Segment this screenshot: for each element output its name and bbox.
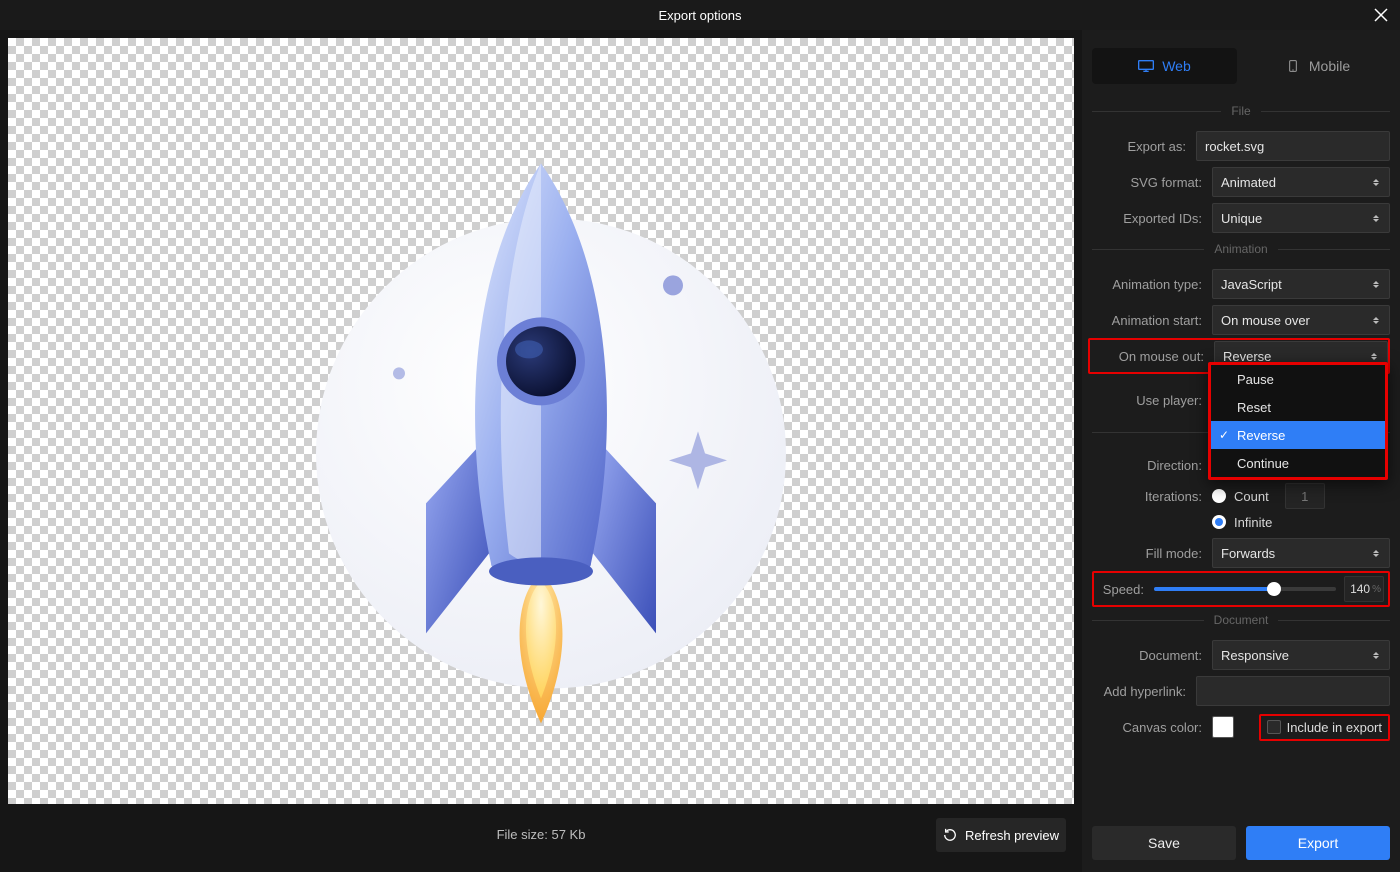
chevron-updown-icon (1371, 281, 1381, 288)
animation-type-label: Animation type: (1092, 277, 1212, 292)
mouse-out-dropdown[interactable]: Pause Reset Reverse Continue (1208, 362, 1388, 480)
chevron-updown-icon (1371, 179, 1381, 186)
svg-format-label: SVG format: (1092, 175, 1212, 190)
mouse-out-option-pause[interactable]: Pause (1211, 365, 1385, 393)
fill-mode-select[interactable]: Forwards (1212, 538, 1390, 568)
speed-label: Speed: (1098, 582, 1154, 597)
speed-slider[interactable] (1154, 587, 1336, 591)
titlebar: Export options (0, 0, 1400, 30)
close-button[interactable] (1370, 4, 1392, 26)
file-size-label: File size: 57 Kb (497, 827, 586, 842)
mouse-out-label: On mouse out: (1094, 349, 1214, 364)
iterations-count-radio[interactable] (1212, 489, 1226, 503)
speed-row-highlight: Speed: 140% (1092, 571, 1390, 607)
options-sidebar: Web Mobile File Export as: SVG format: A… (1082, 30, 1400, 872)
refresh-icon (943, 828, 957, 842)
direction-label: Direction: (1092, 458, 1212, 473)
canvas-color-label: Canvas color: (1092, 720, 1212, 735)
refresh-preview-button[interactable]: Refresh preview (936, 818, 1066, 852)
rocket-illustration (291, 123, 791, 743)
include-in-export-highlight: Include in export (1259, 714, 1390, 741)
exported-ids-label: Exported IDs: (1092, 211, 1212, 226)
canvas-color-swatch[interactable] (1212, 716, 1234, 738)
mouse-out-option-reset[interactable]: Reset (1211, 393, 1385, 421)
mouse-out-option-reverse[interactable]: Reverse (1211, 421, 1385, 449)
iterations-count-input[interactable]: 1 (1285, 483, 1325, 509)
window-title: Export options (658, 8, 741, 23)
svg-format-select[interactable]: Animated (1212, 167, 1390, 197)
preview-pane: File size: 57 Kb Refresh preview (0, 30, 1082, 872)
tab-web[interactable]: Web (1092, 48, 1237, 84)
animation-start-select[interactable]: On mouse over (1212, 305, 1390, 335)
mouse-out-option-continue[interactable]: Continue (1211, 449, 1385, 477)
slider-thumb[interactable] (1267, 582, 1281, 596)
monitor-icon (1138, 60, 1154, 72)
export-as-label: Export as: (1092, 139, 1196, 154)
section-document: Document (1204, 613, 1279, 627)
tab-mobile[interactable]: Mobile (1245, 48, 1390, 84)
iterations-infinite-radio[interactable] (1212, 515, 1226, 529)
section-animation: Animation (1204, 242, 1277, 256)
chevron-updown-icon (1371, 550, 1381, 557)
animation-type-select[interactable]: JavaScript (1212, 269, 1390, 299)
exported-ids-select[interactable]: Unique (1212, 203, 1390, 233)
hyperlink-label: Add hyperlink: (1092, 684, 1196, 699)
document-select[interactable]: Responsive (1212, 640, 1390, 670)
include-in-export-checkbox[interactable] (1267, 720, 1281, 734)
hyperlink-input[interactable] (1196, 676, 1390, 706)
mobile-icon (1285, 60, 1301, 72)
export-button[interactable]: Export (1246, 826, 1390, 860)
animation-start-label: Animation start: (1092, 313, 1212, 328)
chevron-updown-icon (1371, 652, 1381, 659)
export-as-input[interactable] (1196, 131, 1390, 161)
save-button[interactable]: Save (1092, 826, 1236, 860)
chevron-updown-icon (1371, 317, 1381, 324)
document-label: Document: (1092, 648, 1212, 663)
chevron-updown-icon (1369, 353, 1379, 360)
chevron-updown-icon (1371, 215, 1381, 222)
iterations-label: Iterations: (1092, 489, 1212, 504)
preview-canvas[interactable] (8, 38, 1074, 804)
use-player-label: Use player: (1092, 393, 1212, 408)
fill-mode-label: Fill mode: (1092, 546, 1212, 561)
section-file: File (1221, 104, 1260, 118)
close-icon (1374, 8, 1388, 22)
speed-value-input[interactable]: 140% (1344, 576, 1384, 602)
